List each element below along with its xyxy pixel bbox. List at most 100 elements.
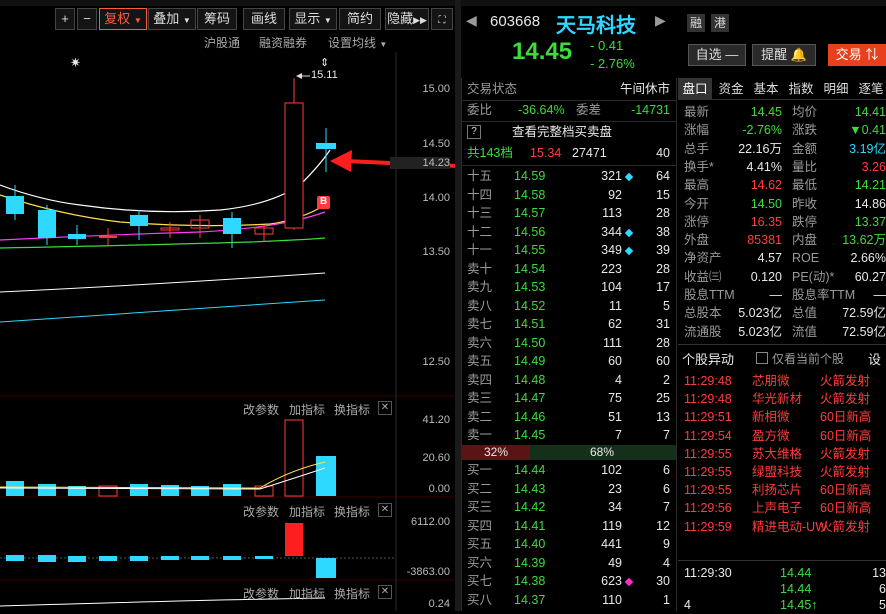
sell-level-row[interactable]: 卖六14.5011128 — [462, 334, 674, 353]
buy-level-row[interactable]: 买三14.42347 — [462, 498, 674, 517]
sell-level-row[interactable]: 卖八14.52115 — [462, 297, 674, 316]
tab-basic[interactable]: 基本 — [749, 78, 783, 100]
sell-level-row[interactable]: 卖五14.496060 — [462, 352, 674, 371]
level-count: 64 — [656, 167, 670, 186]
anomaly-stock[interactable]: 华光新材 — [752, 390, 802, 408]
anomaly-row[interactable]: 11:29:51新相微60日新高 — [680, 408, 886, 426]
third-axis-label: 0.24 — [390, 598, 450, 610]
sell-level-row[interactable]: 卖一14.4577 — [462, 426, 674, 445]
anomaly-stock[interactable]: 绿盟科技 — [752, 463, 802, 481]
macd-panel-head: 改参数 加指标 换指标 ✕ — [0, 503, 396, 519]
quote-info-row: 净资产4.57ROE2.66% — [680, 249, 886, 268]
level-label: 买四 — [467, 517, 492, 536]
edit-params-link[interactable]: 改参数 — [243, 503, 279, 520]
status-label: 交易状态 — [467, 80, 517, 99]
close-icon[interactable]: ✕ — [378, 585, 392, 599]
add-indicator-link[interactable]: 加指标 — [289, 401, 325, 418]
anomaly-time: 11:29:56 — [684, 499, 732, 517]
level-label: 买五 — [467, 535, 492, 554]
sell-level-row[interactable]: 十一14.5534939 — [462, 241, 674, 260]
buy-level-row[interactable]: 买五14.404419 — [462, 535, 674, 554]
buy-level-row[interactable]: 买二14.43236 — [462, 480, 674, 499]
anomaly-row[interactable]: 11:29:54盈方微60日新高 — [680, 427, 886, 445]
tab-funds[interactable]: 资金 — [714, 78, 748, 100]
watchlist-button[interactable]: 自选 — — [688, 44, 746, 66]
sell-level-row[interactable]: 卖三14.477525 — [462, 389, 674, 408]
edit-params-link[interactable]: 改参数 — [243, 401, 279, 418]
sell-level-row[interactable]: 十二14.5634438 — [462, 223, 674, 242]
edit-params-link[interactable]: 改参数 — [243, 585, 279, 602]
anomaly-row[interactable]: 11:29:55绿盟科技火箭发射 — [680, 463, 886, 481]
candles — [6, 78, 336, 248]
add-indicator-link[interactable]: 加指标 — [289, 585, 325, 602]
sell-level-row[interactable]: 卖十14.5422328 — [462, 260, 674, 279]
sell-level-row[interactable]: 卖二14.465113 — [462, 408, 674, 427]
anomaly-stock[interactable]: 芯朋微 — [752, 372, 790, 390]
anomaly-row[interactable]: 11:29:55利扬芯片60日新高 — [680, 481, 886, 499]
only-current-checkbox[interactable] — [756, 352, 768, 364]
switch-indicator-link[interactable]: 换指标 — [334, 401, 370, 418]
anomaly-stock[interactable]: 利扬芯片 — [752, 481, 802, 499]
sell-level-row[interactable]: 十四14.589215 — [462, 186, 674, 205]
prev-stock-icon[interactable]: ◀ — [466, 12, 477, 29]
tab-detail[interactable]: 明细 — [819, 78, 853, 100]
level-label: 十五 — [467, 167, 492, 186]
close-icon[interactable]: ✕ — [378, 503, 392, 517]
anomaly-stock[interactable]: 苏大维格 — [752, 445, 802, 463]
level-volume: 62 — [608, 315, 622, 334]
help-icon[interactable]: ? — [467, 125, 481, 139]
buy-level-row[interactable]: 买八14.371101 — [462, 591, 674, 610]
price-axis-current: 14.23 — [390, 157, 450, 169]
third-panel-head: 改参数 加指标 换指标 ✕ — [0, 585, 396, 601]
anomaly-stock[interactable]: 精进电动-UW — [752, 518, 827, 536]
buy-level-row[interactable]: 买六14.39494 — [462, 554, 674, 573]
tab-handicap[interactable]: 盘口 — [678, 78, 712, 100]
tab-index[interactable]: 指数 — [784, 78, 818, 100]
level-volume: 321 — [601, 167, 622, 186]
level-volume: 75 — [608, 389, 622, 408]
level-count: 2 — [663, 371, 670, 390]
anomaly-stock[interactable]: 新相微 — [752, 408, 790, 426]
stock-name: 天马科技 — [556, 9, 636, 38]
level-price: 14.42 — [514, 498, 545, 517]
switch-indicator-link[interactable]: 换指标 — [334, 585, 370, 602]
info-value: 13.37 — [855, 213, 886, 232]
level-volume: 119 — [602, 517, 622, 536]
close-icon[interactable]: ✕ — [378, 401, 392, 415]
sell-level-row[interactable]: 卖七14.516231 — [462, 315, 674, 334]
tab-tick[interactable]: 逐笔 — [854, 78, 886, 100]
price-axis-label: 12.50 — [390, 356, 450, 368]
full-book-row[interactable]: ? 查看完整档买卖盘 — [462, 123, 674, 142]
sell-level-row[interactable]: 卖四14.4842 — [462, 371, 674, 390]
anomaly-settings[interactable]: 设 — [868, 349, 881, 368]
anomaly-time: 11:29:48 — [684, 372, 732, 390]
sell-level-row[interactable]: 卖九14.5310417 — [462, 278, 674, 297]
info-value: 3.26 — [862, 158, 886, 177]
full-book-link[interactable]: 查看完整档买卖盘 — [512, 123, 612, 142]
info-value: 22.16万 — [738, 140, 782, 159]
level-count: 28 — [656, 260, 670, 279]
level-count: 9 — [663, 535, 670, 554]
trade-button[interactable]: 交易 ⇅ — [828, 44, 886, 66]
anomaly-row[interactable]: 11:29:56上声电子60日新高 — [680, 499, 886, 517]
quote-info-row: 总股本5.023亿总值72.59亿 — [680, 304, 886, 323]
anomaly-row[interactable]: 11:29:59精进电动-UW火箭发射 — [680, 518, 886, 536]
kline-chart[interactable] — [0, 0, 455, 611]
switch-indicator-link[interactable]: 换指标 — [334, 503, 370, 520]
anomaly-row[interactable]: 11:29:48芯朋微火箭发射 — [680, 372, 886, 390]
buy-level-row[interactable]: 买四14.4111912 — [462, 517, 674, 536]
sell-level-row[interactable]: 十三14.5711328 — [462, 204, 674, 223]
anomaly-stock[interactable]: 盈方微 — [752, 427, 790, 445]
ratio-row: 委比 -36.64% 委差 -14731 — [462, 101, 674, 120]
anomaly-row[interactable]: 11:29:55苏大维格火箭发射 — [680, 445, 886, 463]
buy-level-row[interactable]: 买一14.441026 — [462, 461, 674, 480]
add-indicator-link[interactable]: 加指标 — [289, 503, 325, 520]
alert-button[interactable]: 提醒 🔔 — [752, 44, 816, 66]
sell-level-row[interactable]: 十五14.5932164 — [462, 167, 674, 186]
anomaly-stock[interactable]: 上声电子 — [752, 499, 802, 517]
level-count: 17 — [656, 278, 670, 297]
buy-level-row[interactable]: 买七14.3862330 — [462, 572, 674, 591]
anomaly-row[interactable]: 11:29:48华光新材火箭发射 — [680, 390, 886, 408]
info-label: 流值 — [792, 323, 817, 342]
next-stock-icon[interactable]: ▶ — [655, 12, 666, 29]
